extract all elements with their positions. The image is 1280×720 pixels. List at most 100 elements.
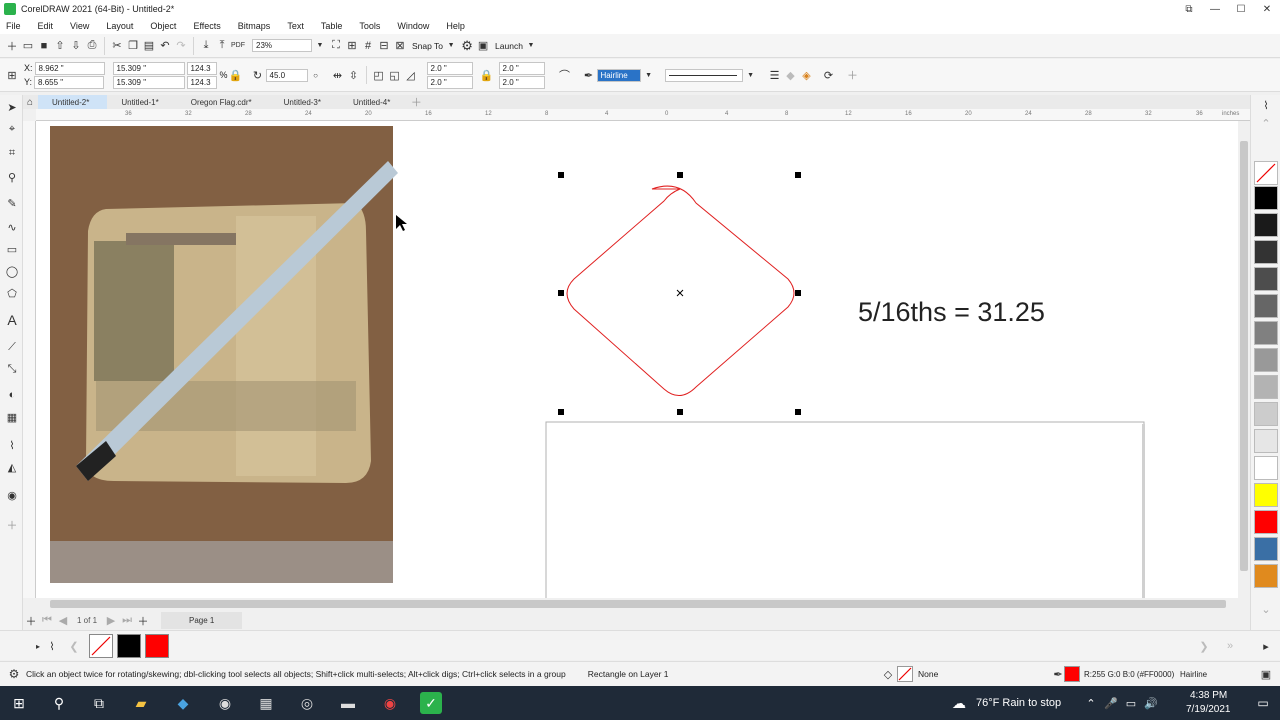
home-icon[interactable]: ⌂ <box>22 94 38 110</box>
color-swatch[interactable] <box>1254 564 1278 588</box>
file-explorer-icon[interactable]: ▰ <box>130 692 152 714</box>
notification-icon[interactable]: ▭ <box>1252 692 1274 714</box>
chevron-up-icon[interactable]: ⌃ <box>1080 692 1102 714</box>
save-icon[interactable]: ■ <box>36 38 52 54</box>
undo-icon[interactable]: ↶ <box>157 38 173 54</box>
close-button[interactable]: ✕ <box>1254 0 1280 18</box>
chevron-down-icon[interactable]: ⌄ <box>1258 601 1274 617</box>
menu-help[interactable]: Help <box>446 21 465 31</box>
round-corner-icon[interactable]: ◰ <box>371 67 387 83</box>
scrollbar-thumb[interactable] <box>50 600 1226 608</box>
no-color-swatch[interactable] <box>1254 161 1278 185</box>
volume-icon[interactable]: 🔊 <box>1140 692 1162 714</box>
app-icon[interactable]: ◉ <box>214 692 236 714</box>
line-style-dropdown[interactable] <box>664 68 743 82</box>
connector-tool-icon[interactable]: ⤡ <box>4 361 20 377</box>
full-screen-icon[interactable]: ⛶ <box>328 38 344 54</box>
eyedropper-icon[interactable]: ⌇ <box>44 638 60 654</box>
lock-corners-icon[interactable]: 🔒 <box>479 67 495 83</box>
document-color-swatch[interactable] <box>117 634 141 658</box>
show-grid-icon[interactable]: # <box>360 38 376 54</box>
open-folder-icon[interactable]: ▭ <box>20 38 36 54</box>
network-icon[interactable]: ▭ <box>1120 692 1142 714</box>
color-swatch[interactable] <box>1254 213 1278 237</box>
color-swatch[interactable] <box>1254 456 1278 480</box>
chevron-down-icon[interactable]: ▼ <box>443 38 459 54</box>
rotation-icon[interactable]: ↻ <box>250 67 266 83</box>
color-swatch[interactable] <box>1254 375 1278 399</box>
show-rulers-icon[interactable]: ⊞ <box>344 38 360 54</box>
cloud-download-icon[interactable]: ⇩ <box>68 38 84 54</box>
clock-time[interactable]: 4:38 PM <box>1190 690 1227 701</box>
show-guidelines-icon[interactable]: ⊟ <box>376 38 392 54</box>
paste-icon[interactable]: ▤ <box>141 38 157 54</box>
mirror-horizontal-icon[interactable]: ⇹ <box>330 67 346 83</box>
selected-rounded-rectangle[interactable] <box>566 185 795 396</box>
export-icon[interactable]: ⤒ <box>214 38 230 54</box>
text-wrap-icon[interactable]: ☰ <box>767 67 783 83</box>
tab-oregon-flag[interactable]: Oregon Flag.cdr* <box>177 95 270 109</box>
horizontal-scrollbar[interactable] <box>36 598 1250 610</box>
redo-icon[interactable]: ↷ <box>173 38 189 54</box>
menu-table[interactable]: Table <box>321 21 343 31</box>
color-swatch[interactable] <box>1254 429 1278 453</box>
last-page-icon[interactable]: ⏭ <box>119 613 135 629</box>
zoom-tool-icon[interactable]: ⚲ <box>4 169 20 185</box>
snap-to-dropdown[interactable]: Snap To <box>412 41 443 51</box>
add-tool-icon[interactable]: ＋ <box>4 517 20 533</box>
minimize-button[interactable]: — <box>1202 0 1228 18</box>
corner-radius-bottom-right[interactable]: 2.0 " <box>498 75 545 89</box>
color-swatch[interactable] <box>1254 294 1278 318</box>
add-icon[interactable]: ＋ <box>845 67 861 83</box>
first-page-icon[interactable]: ⏮ <box>39 613 55 629</box>
horizontal-ruler[interactable]: 36 32 28 24 20 16 12 8 4 0 4 8 12 16 20 … <box>36 109 1250 121</box>
scrollbar-thumb[interactable] <box>1240 141 1248 571</box>
prev-page-icon[interactable]: ◀ <box>55 613 71 629</box>
menu-edit[interactable]: Edit <box>38 21 54 31</box>
outline-width-field[interactable]: Hairline <box>596 68 641 82</box>
height-field[interactable]: 15.309 " <box>112 75 185 89</box>
y-position-field[interactable]: 8.655 " <box>34 75 105 89</box>
chevron-down-icon[interactable]: ▼ <box>523 38 539 54</box>
fill-swatch[interactable] <box>897 666 913 682</box>
chevron-down-icon[interactable]: ▼ <box>641 67 657 83</box>
tab-untitled-1[interactable]: Untitled-1* <box>107 95 176 109</box>
import-icon[interactable]: ⤓ <box>198 38 214 54</box>
chevron-down-icon[interactable]: ▼ <box>743 67 759 83</box>
coreldraw-taskbar-icon[interactable]: ✓ <box>420 692 442 714</box>
scalloped-corner-icon[interactable]: ◱ <box>387 67 403 83</box>
restore-icon[interactable]: ⧉ <box>1176 0 1202 18</box>
color-swatch[interactable] <box>1254 537 1278 561</box>
menu-effects[interactable]: Effects <box>193 21 220 31</box>
cloud-upload-icon[interactable]: ⇧ <box>52 38 68 54</box>
chevron-up-icon[interactable]: ⌃ <box>1258 115 1274 131</box>
to-front-icon[interactable]: ◆ <box>783 67 799 83</box>
next-page-icon[interactable]: ▶ <box>103 613 119 629</box>
chevron-left-icon[interactable]: ❮ <box>66 638 82 654</box>
color-swatch[interactable] <box>1254 186 1278 210</box>
search-icon[interactable]: ⚲ <box>48 692 70 714</box>
menu-window[interactable]: Window <box>397 21 429 31</box>
app-icon[interactable]: ▬ <box>337 692 359 714</box>
interactive-fill-icon[interactable]: ◭ <box>4 459 20 475</box>
tab-untitled-2[interactable]: Untitled-2* <box>38 95 108 109</box>
crop-tool-icon[interactable]: ⌗ <box>4 145 20 161</box>
rectangle-tool-icon[interactable]: ▭ <box>4 241 20 257</box>
corner-radius-top-left[interactable]: 2.0 " <box>426 61 473 75</box>
color-swatch[interactable] <box>1254 510 1278 534</box>
new-document-icon[interactable]: ＋ <box>4 38 20 54</box>
tab-page-1[interactable]: Page 1 <box>161 612 243 629</box>
color-swatch[interactable] <box>1254 402 1278 426</box>
snap-to-icon[interactable]: ⊠ <box>392 38 408 54</box>
corner-radius-top-right[interactable]: 2.0 " <box>498 61 545 75</box>
menu-view[interactable]: View <box>70 21 89 31</box>
scale-width-field[interactable]: 124.3 <box>186 61 217 75</box>
vertical-scrollbar[interactable] <box>1238 121 1250 598</box>
chamfered-corner-icon[interactable]: ◿ <box>403 67 419 83</box>
chevron-down-icon[interactable]: ▼ <box>312 38 328 54</box>
app-icon[interactable]: ▦ <box>255 692 277 714</box>
canvas-text-label[interactable]: 5/16ths = 31.25 <box>858 297 1045 328</box>
gear-icon[interactable]: ⚙ <box>459 38 475 54</box>
parallel-dimension-icon[interactable]: ⟋ <box>4 339 20 355</box>
cut-icon[interactable]: ✂ <box>109 38 125 54</box>
